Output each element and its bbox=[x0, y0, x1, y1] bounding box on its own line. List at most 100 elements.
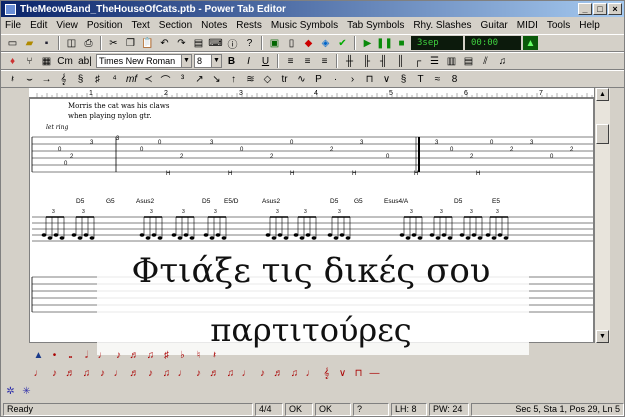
align-center-icon[interactable]: ≡ bbox=[300, 54, 315, 68]
new-file-icon[interactable]: ▭ bbox=[5, 36, 20, 50]
pick-down-icon[interactable]: ⊓ bbox=[362, 72, 377, 86]
slide-out-icon[interactable]: ↘ bbox=[209, 72, 224, 86]
zoom-icon[interactable]: ▣ bbox=[267, 36, 282, 50]
rhythm-12-icon[interactable]: ♬ bbox=[207, 366, 222, 380]
whole-note-icon[interactable]: 𝅝 bbox=[63, 348, 78, 362]
mixer-icon[interactable]: ◈ bbox=[318, 36, 333, 50]
play-icon[interactable]: ▶ bbox=[360, 36, 375, 50]
scroll-thumb[interactable] bbox=[596, 124, 609, 144]
bend-icon[interactable]: ↑ bbox=[226, 72, 241, 86]
natural-icon[interactable]: ♮ bbox=[191, 348, 206, 362]
rhythm-6-icon[interactable]: ♩ bbox=[111, 366, 126, 380]
section-icon[interactable]: ▥ bbox=[444, 54, 459, 68]
menu-tools[interactable]: Tools bbox=[547, 20, 570, 31]
quarter-note-icon[interactable]: ♩ bbox=[95, 348, 110, 362]
ending-icon[interactable]: ┌ bbox=[410, 54, 425, 68]
font-name-select[interactable]: Times New Roman ▼ bbox=[96, 54, 192, 68]
rhythm-15-icon[interactable]: ♪ bbox=[255, 366, 270, 380]
scroll-up-icon[interactable]: ▲ bbox=[596, 88, 609, 101]
rhythm-19-icon[interactable]: 𝄞 bbox=[319, 366, 334, 380]
underline-button[interactable]: U bbox=[258, 54, 273, 68]
text-button[interactable]: ab| bbox=[76, 54, 94, 68]
undo-icon[interactable]: ↶ bbox=[157, 36, 172, 50]
paste-icon[interactable]: 📋 bbox=[140, 36, 155, 50]
scroll-down-icon[interactable]: ▼ bbox=[596, 330, 609, 343]
pick-up-icon[interactable]: ∨ bbox=[379, 72, 394, 86]
staff-icon[interactable]: ☰ bbox=[427, 54, 442, 68]
rhythm-10-icon[interactable]: ♩ bbox=[175, 366, 190, 380]
rest-quarter-icon[interactable]: 𝄽 bbox=[207, 348, 222, 362]
rasgueado-icon[interactable]: ≈ bbox=[430, 72, 445, 86]
menu-position[interactable]: Position bbox=[87, 20, 123, 31]
rhythm-13-icon[interactable]: ♫ bbox=[223, 366, 238, 380]
key-signature-icon[interactable]: ♯ bbox=[90, 72, 105, 86]
eighth-note-icon[interactable]: ♪ bbox=[111, 348, 126, 362]
slash-icon[interactable]: ⫽ bbox=[478, 54, 493, 68]
rest-icon[interactable]: 𝄽 bbox=[5, 72, 20, 86]
arrow-right-icon[interactable]: → bbox=[39, 72, 54, 86]
tuning-icon[interactable]: ◆ bbox=[301, 36, 316, 50]
barline-icon[interactable]: ╫ bbox=[342, 54, 357, 68]
menu-view[interactable]: View bbox=[56, 20, 78, 31]
rhythm-1-icon[interactable]: ♩ bbox=[31, 366, 46, 380]
rhythm-17-icon[interactable]: ♫ bbox=[287, 366, 302, 380]
dictionary-icon[interactable]: ▤ bbox=[191, 36, 206, 50]
rhythm-16-icon[interactable]: ♬ bbox=[271, 366, 286, 380]
stop-icon[interactable]: ■ bbox=[394, 36, 409, 50]
save-icon[interactable]: ▪ bbox=[39, 36, 54, 50]
menu-edit[interactable]: Edit bbox=[30, 20, 47, 31]
chord-diagram-icon[interactable]: ▦ bbox=[39, 54, 54, 68]
slide-in-icon[interactable]: ↗ bbox=[192, 72, 207, 86]
rhythm-5-icon[interactable]: ♪ bbox=[95, 366, 110, 380]
rhythm-21-icon[interactable]: ⊓ bbox=[351, 366, 366, 380]
vertical-scrollbar[interactable]: ▲ ▼ bbox=[594, 88, 610, 343]
rhythm-7-icon[interactable]: ♬ bbox=[127, 366, 142, 380]
volume-swell-icon[interactable]: ≺ bbox=[141, 72, 156, 86]
bold-button[interactable]: B bbox=[224, 54, 239, 68]
half-note-icon[interactable]: 𝅗𝅥 bbox=[79, 348, 94, 362]
repeat-start-icon[interactable]: ╟ bbox=[359, 54, 374, 68]
menu-music-symbols[interactable]: Music Symbols bbox=[271, 20, 338, 31]
segno-icon[interactable]: § bbox=[73, 72, 88, 86]
system-icon[interactable]: ▤ bbox=[461, 54, 476, 68]
rhythm-14-icon[interactable]: ♩ bbox=[239, 366, 254, 380]
harmonic-icon[interactable]: ◇ bbox=[260, 72, 275, 86]
fermata-icon[interactable]: ⌒ bbox=[158, 72, 173, 87]
score-info-icon[interactable]: ⓘ bbox=[225, 36, 240, 51]
font-size-select[interactable]: 8 ▼ bbox=[194, 54, 222, 68]
menu-help[interactable]: Help bbox=[579, 20, 600, 31]
triplet-icon[interactable]: ³ bbox=[175, 72, 190, 86]
accent-icon[interactable]: › bbox=[345, 72, 360, 86]
italic-button[interactable]: I bbox=[241, 54, 256, 68]
close-button[interactable]: × bbox=[608, 3, 622, 15]
trill-icon[interactable]: tr bbox=[277, 72, 292, 86]
rhythm-2-icon[interactable]: ♪ bbox=[47, 366, 62, 380]
maximize-button[interactable]: □ bbox=[593, 3, 607, 15]
check-icon[interactable]: ✔ bbox=[335, 36, 350, 50]
rhythm-3-icon[interactable]: ♬ bbox=[63, 366, 78, 380]
menu-tab-symbols[interactable]: Tab Symbols bbox=[347, 20, 404, 31]
dynamic-mf-icon[interactable]: mf bbox=[124, 72, 139, 86]
print-icon[interactable]: ⎙ bbox=[81, 36, 96, 50]
vibrato-icon[interactable]: ∿ bbox=[294, 72, 309, 86]
rhythm-18-icon[interactable]: ♩ bbox=[303, 366, 318, 380]
time-signature-icon[interactable]: ⁴ bbox=[107, 72, 122, 86]
tuning-fork-icon[interactable]: ⑂ bbox=[22, 54, 37, 68]
beam-icon[interactable]: ♫ bbox=[495, 54, 510, 68]
sixteenth-note-icon[interactable]: ♬ bbox=[127, 348, 142, 362]
menu-notes[interactable]: Notes bbox=[201, 20, 227, 31]
rhythm-4-icon[interactable]: ♫ bbox=[79, 366, 94, 380]
menu-guitar[interactable]: Guitar bbox=[481, 20, 508, 31]
rhythm-11-icon[interactable]: ♪ bbox=[191, 366, 206, 380]
print-preview-icon[interactable]: ◫ bbox=[64, 36, 79, 50]
copy-icon[interactable]: ❐ bbox=[123, 36, 138, 50]
guitar-icon[interactable]: ♦ bbox=[5, 54, 20, 68]
sharp-icon[interactable]: ♯ bbox=[159, 348, 174, 362]
align-left-icon[interactable]: ≡ bbox=[283, 54, 298, 68]
help-icon[interactable]: ? bbox=[242, 36, 257, 50]
repeat-end-icon[interactable]: ╢ bbox=[376, 54, 391, 68]
redo-icon[interactable]: ↷ bbox=[174, 36, 189, 50]
align-right-icon[interactable]: ≡ bbox=[317, 54, 332, 68]
menu-rhy-slashes[interactable]: Rhy. Slashes bbox=[413, 20, 471, 31]
tie-icon[interactable]: ⌣ bbox=[22, 72, 37, 86]
